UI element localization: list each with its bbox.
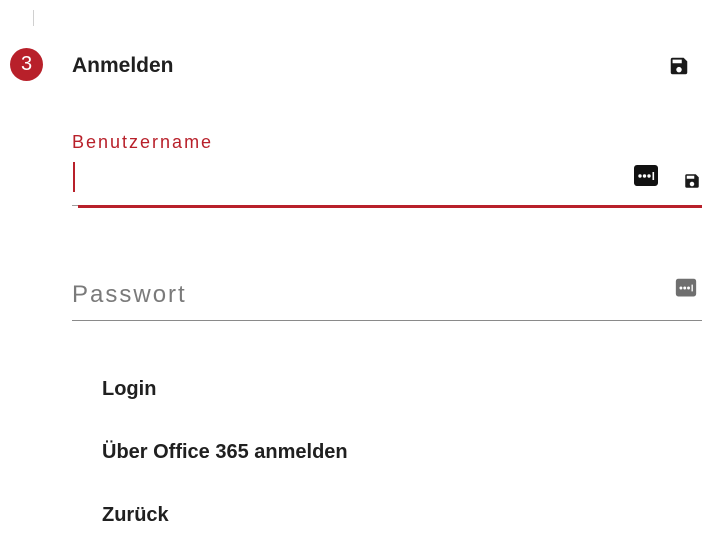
step-connector-line: [33, 10, 34, 26]
password-manager-icon[interactable]: [675, 277, 697, 299]
save-icon[interactable]: [668, 55, 690, 77]
login-button[interactable]: Login: [92, 371, 166, 407]
password-input[interactable]: [72, 276, 662, 314]
username-underline-active: [78, 205, 702, 208]
step-number-badge: 3: [10, 48, 43, 81]
username-label: Benutzername: [72, 132, 214, 152]
back-button[interactable]: Zurück: [92, 497, 179, 533]
text-caret: [73, 162, 75, 192]
username-input[interactable]: [72, 158, 626, 198]
password-underline: [72, 320, 702, 321]
password-manager-icon[interactable]: [633, 163, 659, 189]
office365-login-button[interactable]: Über Office 365 anmelden: [92, 434, 358, 470]
step-title: Anmelden: [72, 54, 174, 77]
save-icon[interactable]: [683, 172, 701, 190]
